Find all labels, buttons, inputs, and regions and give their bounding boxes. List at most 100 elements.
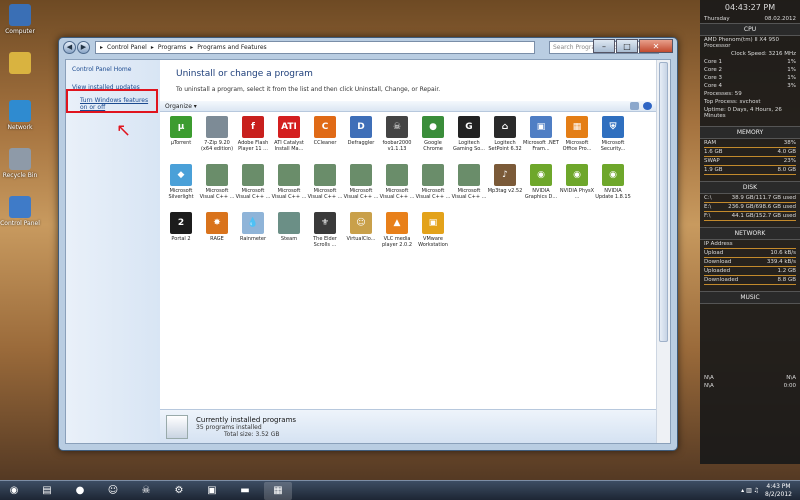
- program-item[interactable]: ⛨ Microsoft Security...: [595, 116, 631, 164]
- foobar-icon[interactable]: ☠: [132, 482, 160, 500]
- program-icon: [458, 164, 480, 186]
- smiley-app-icon[interactable]: ☺: [99, 482, 127, 500]
- back-button[interactable]: ◀: [63, 40, 76, 54]
- tray-network-icon[interactable]: ▥: [746, 487, 752, 494]
- main-content: Uninstall or change a program To uninsta…: [160, 60, 656, 443]
- program-item[interactable]: D Defraggler: [343, 116, 379, 164]
- console-icon[interactable]: ▬: [231, 482, 259, 500]
- status-total-size: Total size: 3.52 GB: [224, 430, 280, 438]
- program-item[interactable]: ● Google Chrome: [415, 116, 451, 164]
- tray-volume-icon[interactable]: ♫: [754, 487, 759, 494]
- gadget-row: F:\ 44.1 GB/152.7 GB used: [700, 212, 800, 220]
- desktop-icon[interactable]: [0, 48, 40, 94]
- program-item[interactable]: G Logitech Gaming So...: [451, 116, 487, 164]
- sidebar-link-home[interactable]: Control Panel Home: [72, 66, 154, 74]
- program-item[interactable]: µ µTorrent: [163, 116, 199, 164]
- gadget-row-value: N\A: [786, 375, 796, 381]
- taskbar-clock[interactable]: 4:43 PM 8/2/2012: [765, 483, 792, 497]
- memory-header: MEMORY: [700, 126, 800, 139]
- program-item[interactable]: Microsoft Visual C++ ...: [451, 164, 487, 212]
- program-item[interactable]: Microsoft Visual C++ ...: [307, 164, 343, 212]
- close-button[interactable]: ✕: [639, 39, 673, 53]
- desktop-icon[interactable]: Network: [0, 96, 40, 142]
- program-icon: ●: [422, 116, 444, 138]
- desktop-icon[interactable]: Control Panel: [0, 192, 40, 238]
- program-item[interactable]: ⌂ Logitech SetPoint 6.32: [487, 116, 523, 164]
- gadget-row: Core 2 1%: [700, 66, 800, 74]
- program-name: Microsoft Visual C++ ...: [415, 188, 451, 201]
- program-item[interactable]: ♪ Mp3tag v2.52: [487, 164, 523, 212]
- gadget-bar: [704, 174, 796, 175]
- cpu-header: CPU: [700, 23, 800, 36]
- program-name: Steam: [280, 236, 298, 242]
- toolbar: Organize ▾: [160, 101, 656, 112]
- gadget-row-name: Download: [704, 259, 732, 265]
- program-item[interactable]: Microsoft Visual C++ ...: [379, 164, 415, 212]
- explorer-icon[interactable]: ▤: [33, 482, 61, 500]
- views-icon[interactable]: [630, 102, 639, 110]
- program-item[interactable]: ⚜ The Elder Scrolls ...: [307, 212, 343, 260]
- program-item[interactable]: ◉ NVIDIA Graphics D...: [523, 164, 559, 212]
- program-item[interactable]: ▣ VMware Workstation: [415, 212, 451, 260]
- gadget-row: Downloaded 8.8 GB: [700, 276, 800, 284]
- program-item[interactable]: 💧 Rainmeter: [235, 212, 271, 260]
- scroll-thumb[interactable]: [659, 62, 668, 342]
- vertical-scrollbar[interactable]: [656, 60, 670, 443]
- gadget-row-name: 1.9 GB: [704, 167, 723, 173]
- program-item[interactable]: Microsoft Visual C++ ...: [235, 164, 271, 212]
- vmware-icon[interactable]: ▣: [198, 482, 226, 500]
- breadcrumb-control-panel[interactable]: Control Panel: [107, 44, 147, 51]
- program-item[interactable]: ◉ NVIDIA PhysX ...: [559, 164, 595, 212]
- steam-icon[interactable]: ⚙: [165, 482, 193, 500]
- program-item[interactable]: ▲ VLC media player 2.0.2: [379, 212, 415, 260]
- minimize-button[interactable]: –: [593, 39, 615, 53]
- program-item[interactable]: Microsoft Visual C++ ...: [271, 164, 307, 212]
- control-panel-icon[interactable]: ▦: [264, 481, 292, 500]
- program-item[interactable]: Microsoft Visual C++ ...: [199, 164, 235, 212]
- program-item[interactable]: ▦ Microsoft Office Pro...: [559, 116, 595, 164]
- program-item[interactable]: C CCleaner: [307, 116, 343, 164]
- gadget-row-value: 38%: [783, 140, 796, 146]
- desktop-icon[interactable]: Recycle Bin: [0, 144, 40, 190]
- start-orb-icon[interactable]: ◉: [0, 482, 28, 500]
- gadget-row-name: IP Address: [704, 241, 733, 247]
- control-panel-icon: [9, 196, 31, 218]
- maximize-button[interactable]: □: [616, 39, 638, 53]
- help-icon[interactable]: [643, 102, 652, 110]
- organize-button[interactable]: Organize ▾: [165, 103, 197, 110]
- title-bar[interactable]: ◀ ▶ ▸ Control Panel ▸ Programs ▸ Program…: [59, 38, 677, 58]
- program-item[interactable]: ◉ NVIDIA Update 1.8.15: [595, 164, 631, 212]
- breadcrumb-programs[interactable]: Programs: [158, 44, 186, 51]
- sidebar: Control Panel Home View installed update…: [66, 60, 160, 443]
- program-item[interactable]: f Adobe Flash Player 11 ...: [235, 116, 271, 164]
- program-item[interactable]: ☠ foobar2000 v1.1.13: [379, 116, 415, 164]
- program-icon: [422, 164, 444, 186]
- desktop-icon-label: Control Panel: [0, 220, 40, 227]
- status-title: Currently installed programs: [196, 415, 297, 424]
- forward-button[interactable]: ▶: [77, 40, 90, 54]
- program-item[interactable]: ▣ Microsoft .NET Fram...: [523, 116, 559, 164]
- status-count: 35 programs installed: [196, 423, 262, 431]
- program-item[interactable]: ◆ Microsoft Silverlight: [163, 164, 199, 212]
- page-title: Uninstall or change a program: [176, 69, 313, 79]
- program-item[interactable]: Steam: [271, 212, 307, 260]
- program-item[interactable]: 2 Portal 2: [163, 212, 199, 260]
- desktop-icon[interactable]: Computer: [0, 0, 40, 46]
- breadcrumb-programs-features[interactable]: Programs and Features: [197, 44, 266, 51]
- program-item[interactable]: ATI ATI Catalyst Install Ma...: [271, 116, 307, 164]
- disk-rows: C:\ 38.9 GB/111.7 GB used E:\ 236.9 GB/698.…: [700, 194, 800, 221]
- program-item[interactable]: ☺ VirtualClo...: [343, 212, 379, 260]
- program-item[interactable]: ✸ RAGE: [199, 212, 235, 260]
- cpu-processes: Processes: 59: [704, 91, 742, 97]
- address-bar[interactable]: ▸ Control Panel ▸ Programs ▸ Programs an…: [95, 41, 535, 54]
- gadget-row-name: N\A: [704, 375, 714, 381]
- program-item[interactable]: Microsoft Visual C++ ...: [343, 164, 379, 212]
- program-name: The Elder Scrolls ...: [313, 236, 337, 249]
- program-item[interactable]: Microsoft Visual C++ ...: [415, 164, 451, 212]
- program-item[interactable]: 7-Zip 9.20 (x64 edition): [199, 116, 235, 164]
- chrome-icon[interactable]: ●: [66, 482, 94, 500]
- tray-arrow-icon[interactable]: ▴: [741, 487, 744, 494]
- page-subtitle: To uninstall a program, select it from t…: [176, 86, 441, 93]
- gadget-row-value: 1.2 GB: [777, 268, 796, 274]
- recycle-bin-icon: [9, 148, 31, 170]
